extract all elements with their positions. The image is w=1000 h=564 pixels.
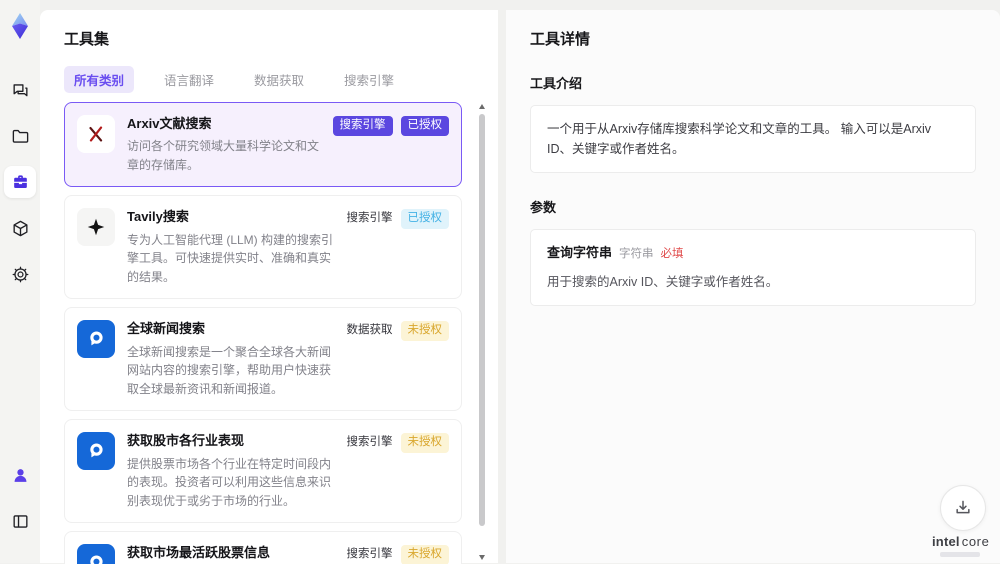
tool-detail-panel: 工具详情 工具介绍 一个用于从Arxiv存储库搜索科学论文和文章的工具。 输入可… bbox=[506, 10, 1000, 563]
main-content: 工具集 所有类别 语言翻译 数据获取 搜索引擎 Arxiv文献搜索 访问各个研究… bbox=[40, 10, 1000, 564]
download-button[interactable] bbox=[940, 485, 986, 531]
tool-card-arxiv[interactable]: Arxiv文献搜索 访问各个研究领域大量科学论文和文章的存储库。 搜索引擎 已授… bbox=[64, 102, 462, 188]
auth-badge: 未授权 bbox=[400, 433, 449, 453]
category-badge: 数据获取 bbox=[346, 324, 393, 337]
param-box: 查询字符串 字符串 必填 用于搜索的Arxiv ID、关键字或作者姓名。 bbox=[530, 229, 976, 306]
param-required-badge: 必填 bbox=[660, 248, 684, 260]
tab-data-fetching[interactable]: 数据获取 bbox=[244, 66, 314, 93]
app-logo-icon[interactable] bbox=[6, 12, 34, 40]
tool-desc: 访问各个研究领域大量科学论文和文章的存储库。 bbox=[127, 139, 320, 172]
news-search-icon bbox=[77, 432, 115, 471]
detail-title: 工具详情 bbox=[530, 31, 591, 48]
tool-desc: 专为人工智能代理 (LLM) 构建的搜索引擎工具。可快速提供实时、准确和真实的结… bbox=[127, 232, 334, 284]
scrollbar-thumb[interactable] bbox=[479, 114, 485, 526]
tab-all-categories[interactable]: 所有类别 bbox=[64, 66, 135, 93]
brand-sub-badge bbox=[940, 552, 980, 557]
auth-badge: 未授权 bbox=[400, 545, 449, 564]
tool-card-global-news[interactable]: 全球新闻搜索 全球新闻搜索是一个聚合全球各大新闻网站内容的搜索引擎，帮助用户快速… bbox=[64, 307, 462, 412]
scroll-down-icon[interactable] bbox=[479, 555, 485, 560]
param-name: 查询字符串 bbox=[547, 245, 613, 260]
intel-core-logo: intel core bbox=[932, 534, 990, 557]
user-icon[interactable] bbox=[4, 459, 36, 491]
tool-desc: 全球新闻搜索是一个聚合全球各大新闻网站内容的搜索引擎，帮助用户快速获取全球最新资… bbox=[127, 344, 332, 396]
collapse-panel-icon[interactable] bbox=[4, 505, 36, 537]
cube-icon[interactable] bbox=[4, 212, 36, 244]
category-tabs: 所有类别 语言翻译 数据获取 搜索引擎 bbox=[64, 66, 498, 93]
auth-badge: 已授权 bbox=[400, 116, 449, 136]
tool-desc: 提供股票市场各个行业在特定时间段内的表现。投资者可以利用这些信息来识别表现优于或… bbox=[127, 456, 332, 508]
tool-name: 获取市场最活跃股票信息 bbox=[127, 545, 271, 561]
tavily-icon bbox=[77, 208, 115, 247]
tab-search-engine[interactable]: 搜索引擎 bbox=[334, 66, 404, 93]
tool-list-scrollbar[interactable] bbox=[478, 104, 486, 560]
tool-card-active-stocks[interactable]: 获取市场最活跃股票信息 提供当天交易量最高的股票列表，投资者可以利用这些信息来识… bbox=[64, 531, 462, 564]
param-desc: 用于搜索的Arxiv ID、关键字或作者姓名。 bbox=[547, 274, 779, 289]
category-badge: 搜索引擎 bbox=[332, 116, 393, 136]
chat-icon[interactable] bbox=[4, 74, 36, 106]
folder-icon[interactable] bbox=[4, 120, 36, 152]
tool-list-panel: 工具集 所有类别 语言翻译 数据获取 搜索引擎 Arxiv文献搜索 访问各个研究… bbox=[40, 10, 498, 564]
tool-card-sector-performance[interactable]: 获取股市各行业表现 提供股票市场各个行业在特定时间段内的表现。投资者可以利用这些… bbox=[64, 419, 462, 524]
scroll-up-icon[interactable] bbox=[479, 104, 485, 109]
category-badge: 搜索引擎 bbox=[346, 436, 393, 449]
news-search-icon bbox=[77, 320, 115, 359]
auth-badge: 未授权 bbox=[400, 321, 449, 341]
category-badge: 搜索引擎 bbox=[346, 212, 393, 225]
brand-intel-text: intel bbox=[932, 534, 960, 549]
auth-badge: 已授权 bbox=[400, 209, 449, 229]
intro-box: 一个用于从Arxiv存储库搜索科学论文和文章的工具。 输入可以是Arxiv ID… bbox=[530, 105, 976, 173]
tool-list: Arxiv文献搜索 访问各个研究领域大量科学论文和文章的存储库。 搜索引擎 已授… bbox=[64, 102, 498, 564]
tool-name: 全球新闻搜索 bbox=[127, 321, 206, 337]
page-title: 工具集 bbox=[64, 31, 110, 48]
tool-name: Arxiv文献搜索 bbox=[127, 116, 212, 131]
intro-heading: 工具介绍 bbox=[530, 76, 583, 91]
category-badge: 搜索引擎 bbox=[346, 548, 393, 561]
gear-icon[interactable] bbox=[4, 258, 36, 290]
brand-core-text: core bbox=[961, 534, 990, 549]
tab-language-translation[interactable]: 语言翻译 bbox=[154, 66, 224, 93]
arxiv-icon bbox=[77, 115, 115, 153]
toolbox-icon[interactable] bbox=[4, 166, 36, 198]
panel-divider bbox=[498, 10, 506, 563]
tool-card-tavily[interactable]: Tavily搜索 专为人工智能代理 (LLM) 构建的搜索引擎工具。可快速提供实… bbox=[64, 195, 462, 300]
tool-name: 获取股市各行业表现 bbox=[127, 433, 245, 449]
news-search-icon bbox=[77, 544, 115, 564]
params-heading: 参数 bbox=[530, 200, 557, 215]
app-sidebar bbox=[0, 0, 40, 563]
param-type: 字符串 bbox=[619, 248, 654, 260]
tool-name: Tavily搜索 bbox=[127, 209, 189, 225]
